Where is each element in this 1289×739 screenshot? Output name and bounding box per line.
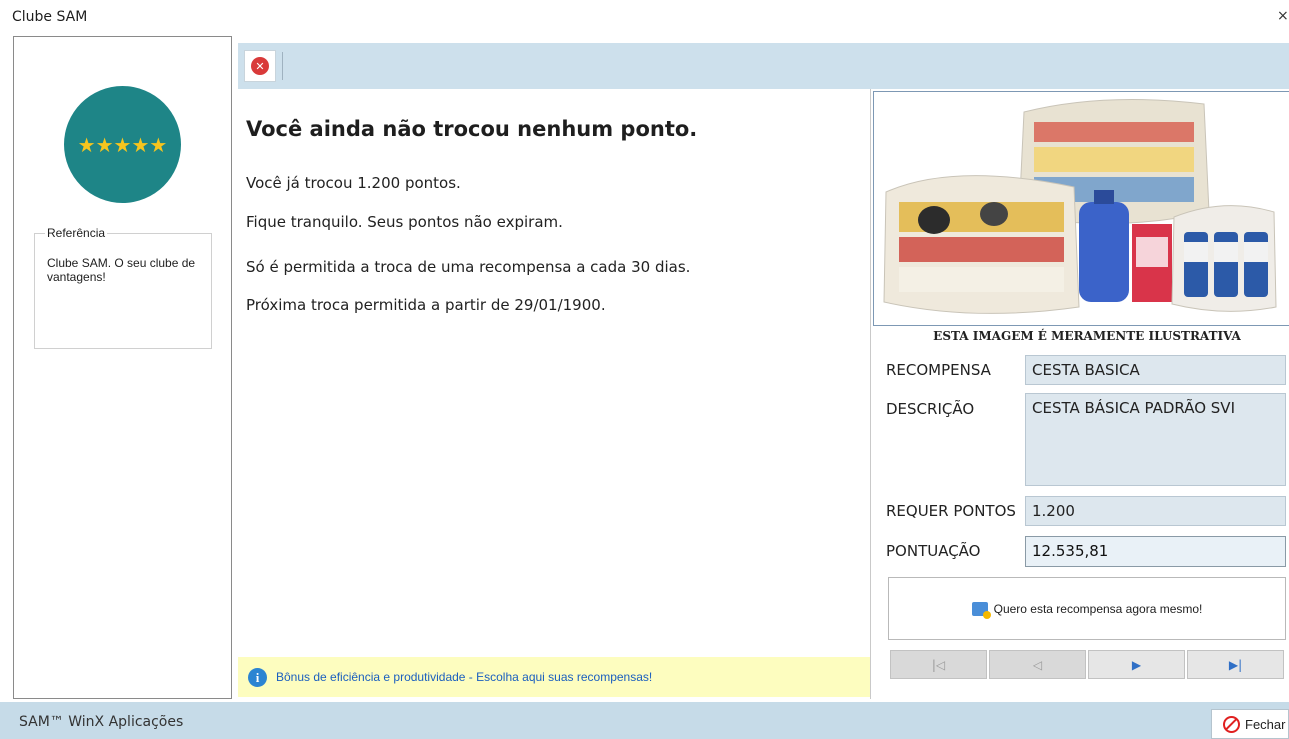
left-panel: ★★★★★ Referência Clube SAM. O seu clube … xyxy=(13,36,232,699)
reward-label: RECOMPENSA xyxy=(886,361,991,379)
reward-claim-icon xyxy=(971,601,991,619)
close-circle-icon: ✕ xyxy=(251,57,269,75)
score-label: PONTUAÇÃO xyxy=(886,542,981,560)
nav-prev-button[interactable]: ◁ xyxy=(989,650,1086,679)
close-button[interactable]: Fechar xyxy=(1211,709,1289,739)
trade-rule-text: Só é permitida a troca de uma recompensa… xyxy=(246,258,691,276)
page-heading: Você ainda não trocou nenhum ponto. xyxy=(246,117,698,141)
app-name: SAM™ WinX Aplicações xyxy=(19,714,184,730)
nav-first-button[interactable]: |◁ xyxy=(890,650,987,679)
nav-next-button[interactable]: ▶ xyxy=(1088,650,1185,679)
club-badge: ★★★★★ xyxy=(64,86,181,203)
window-close-icon[interactable]: × xyxy=(1277,8,1289,24)
close-button-label: Fechar xyxy=(1245,716,1286,732)
score-field[interactable]: 12.535,81 xyxy=(1025,536,1286,567)
main-content: Você ainda não trocou nenhum ponto. Você… xyxy=(238,89,870,699)
window-title: Clube SAM xyxy=(12,9,88,25)
nav-last-button[interactable]: ▶| xyxy=(1187,650,1284,679)
toolbar: ✕ xyxy=(238,43,1289,89)
food-basket-image xyxy=(874,92,1289,325)
rewards-link[interactable]: Bônus de eficiência e produtividade - Es… xyxy=(276,670,652,684)
reward-image xyxy=(873,91,1289,326)
no-entry-icon xyxy=(1223,715,1240,733)
required-points-label: REQUER PONTOS xyxy=(886,502,1016,520)
next-trade-text: Próxima troca permitida a partir de 29/0… xyxy=(246,296,606,314)
title-bar: Clube SAM × xyxy=(0,0,1289,36)
reward-panel: ESTA IMAGEM É MERAMENTE ILUSTRATIVA RECO… xyxy=(870,89,1289,699)
info-bar: i Bônus de eficiência e produtividade - … xyxy=(238,657,870,697)
reference-group: Referência Clube SAM. O seu clube de van… xyxy=(34,226,212,349)
image-caption: ESTA IMAGEM É MERAMENTE ILUSTRATIVA xyxy=(933,329,1241,343)
status-bar: SAM™ WinX Aplicações Fechar xyxy=(0,702,1289,739)
info-icon: i xyxy=(248,668,267,687)
stars-icon: ★★★★★ xyxy=(77,132,168,157)
description-field[interactable]: CESTA BÁSICA PADRÃO SVI xyxy=(1025,393,1286,486)
points-traded-text: Você já trocou 1.200 pontos. xyxy=(246,174,461,192)
points-expire-text: Fique tranquilo. Seus pontos não expiram… xyxy=(246,213,563,231)
reference-text: Clube SAM. O seu clube de vantagens! xyxy=(47,256,196,284)
reward-field[interactable]: CESTA BASICA xyxy=(1025,355,1286,385)
reference-label: Referência xyxy=(45,226,108,240)
close-view-button[interactable]: ✕ xyxy=(244,50,276,82)
claim-reward-button[interactable]: Quero esta recompensa agora mesmo! xyxy=(888,577,1286,640)
toolbar-separator xyxy=(282,52,283,80)
description-label: DESCRIÇÃO xyxy=(886,400,975,418)
claim-reward-label: Quero esta recompensa agora mesmo! xyxy=(993,601,1203,616)
required-points-field[interactable]: 1.200 xyxy=(1025,496,1286,526)
